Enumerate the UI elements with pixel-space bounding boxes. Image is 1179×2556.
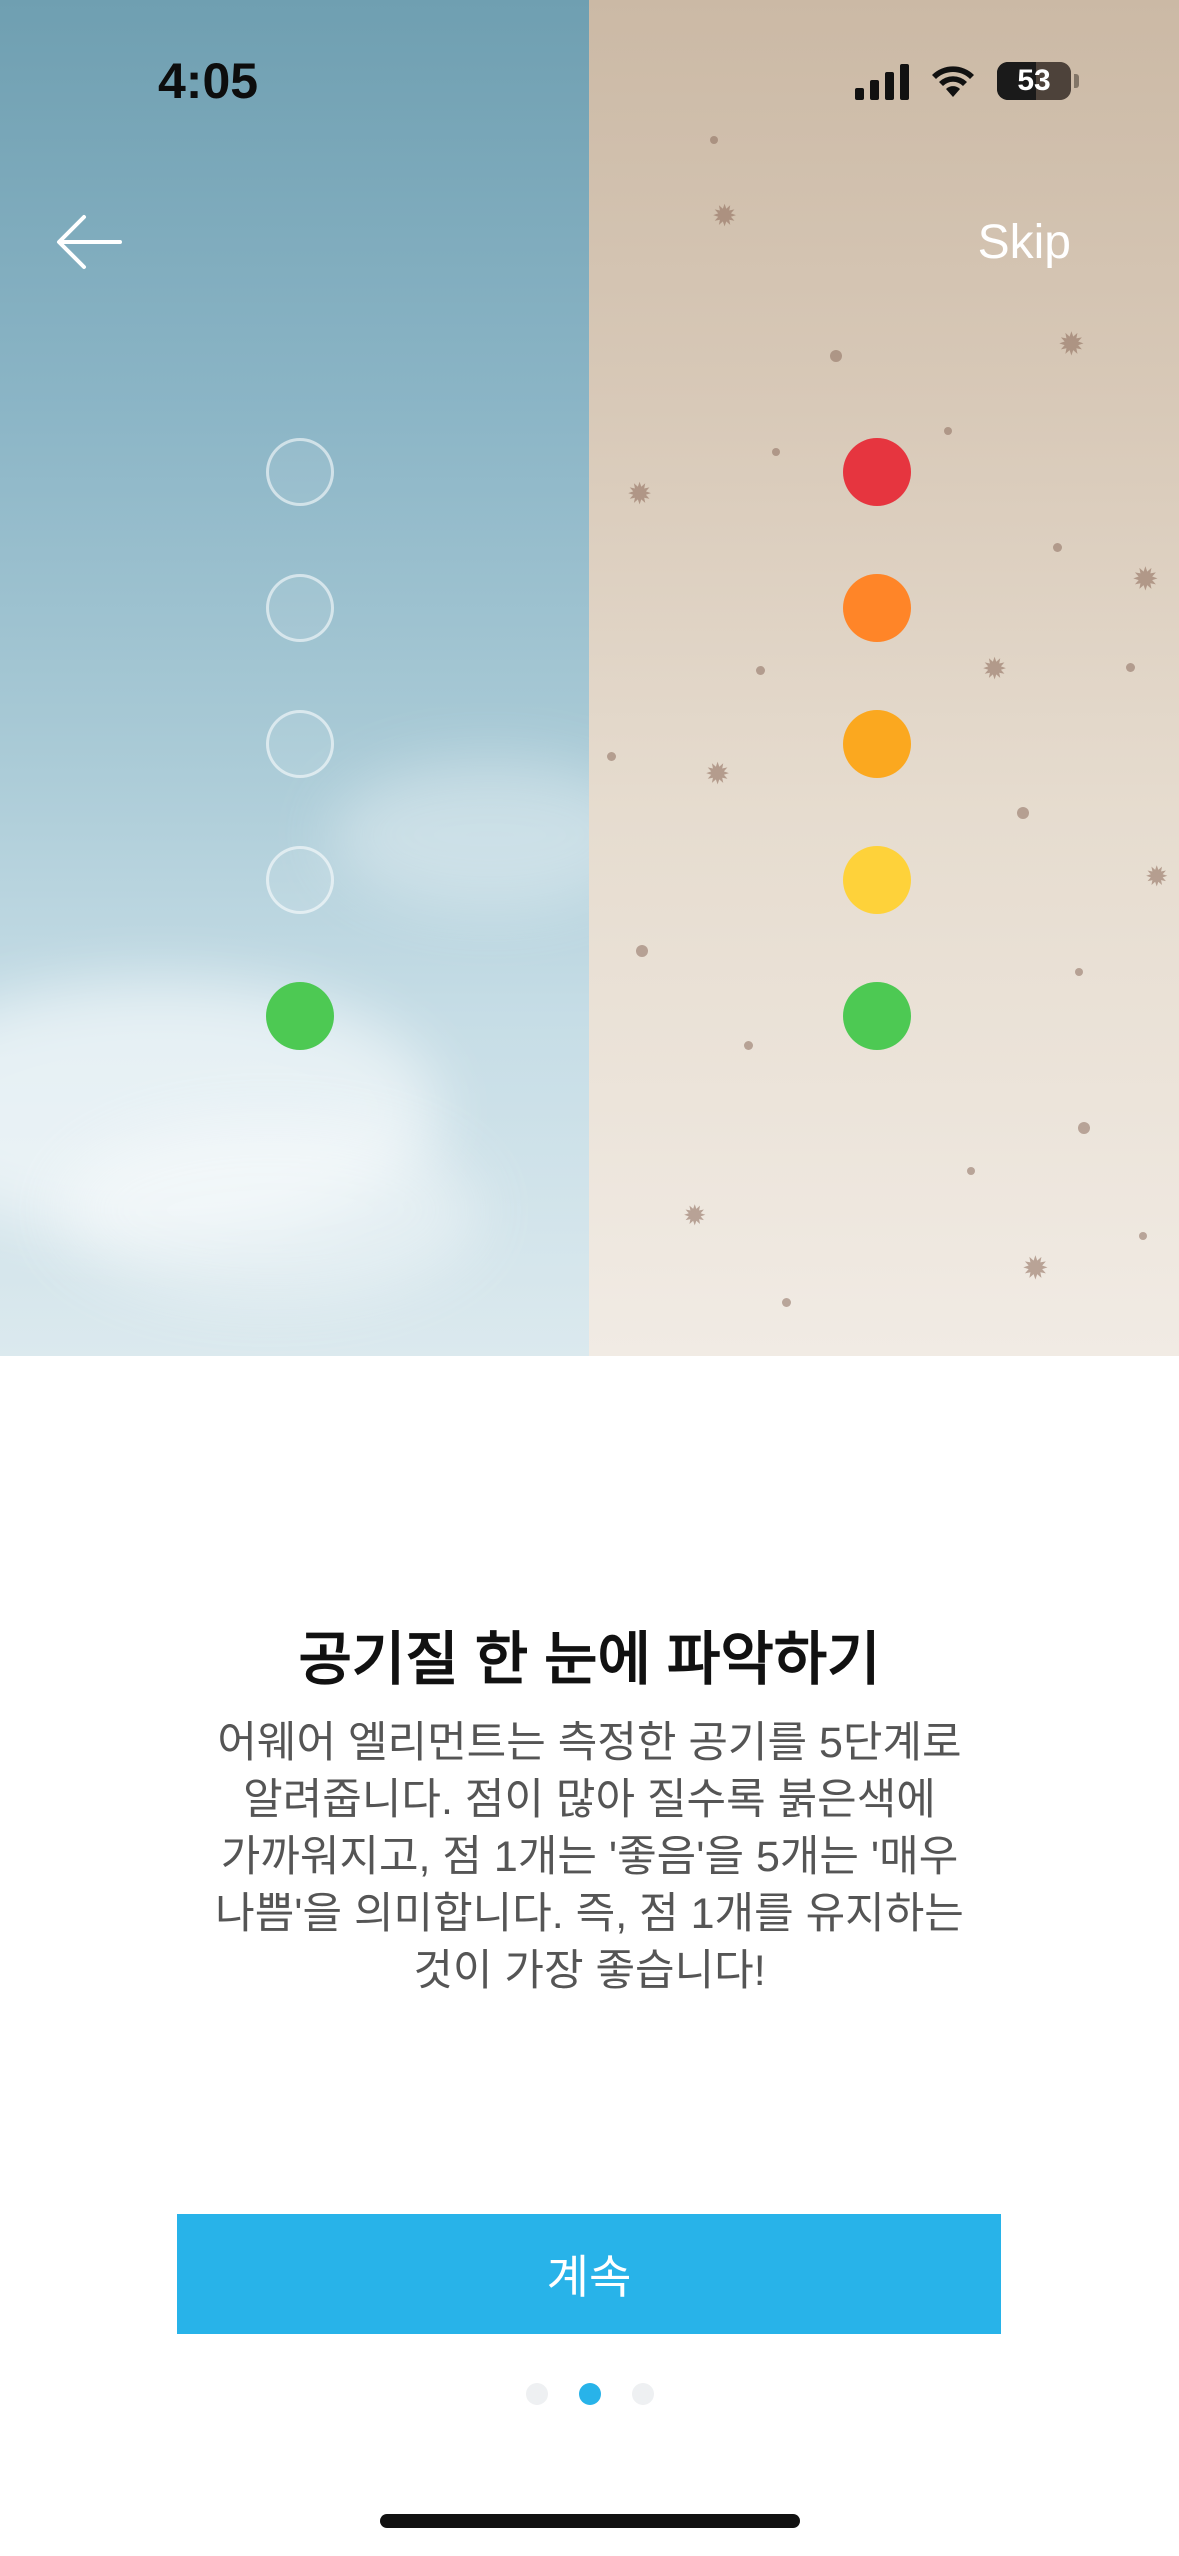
onboarding-hero: ✹ ✹ ✹ ✹ ✹ ✹ ✹ ✹ ✹ (0, 0, 1179, 1356)
battery-icon: 53 (997, 62, 1071, 100)
page-indicator (0, 2383, 1179, 2405)
home-indicator[interactable] (380, 2514, 800, 2528)
description-line: 알려줍니다. 점이 많아 질수록 붉은색에 (243, 1776, 936, 1824)
back-button[interactable] (52, 205, 126, 279)
page-dot[interactable] (525, 2383, 548, 2405)
level-dot-3-moderate (843, 710, 911, 778)
level-dot-5 (266, 438, 334, 506)
level-dot-4-bad (843, 574, 911, 642)
level-dot-2 (266, 846, 334, 914)
page-title: 공기질 한 눈에 파악하기 (298, 1627, 881, 1692)
level-dot-2-fair (843, 846, 911, 914)
arrow-left-icon (57, 215, 122, 269)
level-dot-4 (266, 574, 334, 642)
status-icons: 53 (855, 62, 1079, 100)
level-dot-1-good (266, 982, 334, 1050)
battery-level: 53 (1017, 64, 1051, 97)
page-dot-active[interactable] (578, 2383, 601, 2405)
level-dot-5-very-bad (843, 438, 911, 506)
status-time: 4:05 (158, 53, 259, 109)
description-line: 가까워지고, 점 1개는 '좋음'을 5개는 '매우 (220, 1833, 959, 1881)
level-dot-1-good (843, 982, 911, 1050)
skip-button[interactable]: Skip (978, 215, 1071, 270)
level-dot-3 (266, 710, 334, 778)
polluted-air-panel: ✹ ✹ ✹ ✹ ✹ ✹ ✹ ✹ ✹ (589, 0, 1179, 1356)
description-line: 어웨어 엘리먼트는 측정한 공기를 5단계로 (217, 1719, 962, 1767)
clean-air-panel (0, 0, 589, 1356)
cellular-signal-icon (855, 62, 909, 100)
description-line: 것이 가장 좋습니다! (413, 1947, 766, 1995)
description-line: 나쁨'을 의미합니다. 즉, 점 1개를 유지하는 (215, 1890, 964, 1938)
wifi-icon (932, 66, 974, 97)
page-dot[interactable] (631, 2383, 654, 2405)
continue-button[interactable]: 계속 (177, 2214, 1001, 2334)
description: 어웨어 엘리먼트는 측정한 공기를 5단계로 알려줍니다. 점이 많아 질수록 … (170, 1715, 1009, 2000)
